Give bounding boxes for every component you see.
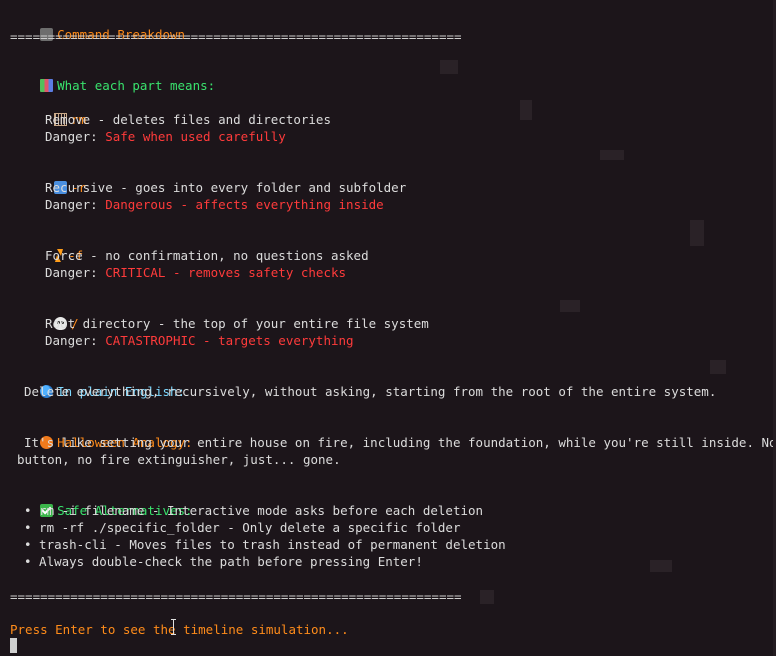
parts-heading: What each part means: bbox=[57, 78, 216, 93]
render-artifact bbox=[560, 300, 580, 312]
alternative-item: • rm -i filename - Interactive mode asks… bbox=[24, 503, 484, 518]
part-description: Root directory - the top of your entire … bbox=[45, 316, 429, 331]
enter-prompt: Press Enter to see the timeline simulati… bbox=[10, 622, 349, 637]
halloween-text-line1: It's like setting your entire house on f… bbox=[24, 435, 776, 450]
render-artifact bbox=[480, 590, 494, 604]
part-danger-line: Danger: CRITICAL - removes safety checks bbox=[45, 264, 346, 281]
render-artifact bbox=[650, 560, 672, 572]
part-f-flag-line: -f bbox=[24, 230, 83, 263]
mouse-ibeam-cursor bbox=[171, 619, 176, 635]
render-artifact bbox=[690, 220, 704, 246]
part-danger-line: Danger: Dangerous - affects everything i… bbox=[45, 196, 384, 213]
part-description: Recursive - goes into every folder and s… bbox=[45, 180, 407, 195]
plain-english-text: Delete everything, recursively, without … bbox=[24, 384, 717, 399]
part-root-flag-line: / bbox=[24, 298, 79, 331]
alternative-item: • trash-cli - Moves files to trash inste… bbox=[24, 537, 506, 552]
halloween-text-line2: button, no fire extinguisher, just... go… bbox=[17, 452, 341, 467]
halloween-heading-line: Halloween Analogy: bbox=[10, 417, 193, 450]
part-rm-flag-line: rm bbox=[24, 94, 86, 127]
danger-label: Danger: bbox=[45, 265, 106, 280]
text-cursor bbox=[10, 638, 17, 653]
footer-separator: ========================================… bbox=[10, 589, 462, 604]
alternative-item: • rm -rf ./specific_folder - Only delete… bbox=[24, 520, 461, 535]
render-artifact bbox=[440, 60, 458, 74]
part-description: Remove - deletes files and directories bbox=[45, 112, 331, 127]
render-artifact bbox=[710, 360, 726, 374]
books-icon bbox=[40, 79, 54, 92]
header-separator: ========================================… bbox=[10, 29, 462, 44]
danger-value: Safe when used carefully bbox=[105, 129, 286, 144]
alternative-item: • Always double-check the path before pr… bbox=[24, 554, 423, 569]
part-danger-line: Danger: CATASTROPHIC - targets everythin… bbox=[45, 332, 354, 349]
part-danger-line: Danger: Safe when used carefully bbox=[45, 128, 286, 145]
part-description: Force - no confirmation, no questions as… bbox=[45, 248, 369, 263]
danger-label: Danger: bbox=[45, 197, 106, 212]
terminal-window[interactable]: Command Breakdown ======================… bbox=[0, 0, 776, 656]
render-artifact bbox=[520, 100, 532, 120]
part-r-flag-line: -r bbox=[24, 162, 86, 195]
alternatives-heading-line: Safe Alternatives: bbox=[10, 485, 193, 518]
danger-value: CRITICAL - removes safety checks bbox=[105, 265, 347, 280]
danger-label: Danger: bbox=[45, 129, 106, 144]
header-title-line: Command Breakdown bbox=[10, 9, 185, 42]
parts-heading-line: What each part means: bbox=[10, 60, 215, 93]
danger-label: Danger: bbox=[45, 333, 106, 348]
plain-english-heading-line: In plain English: bbox=[10, 366, 185, 399]
render-artifact bbox=[600, 150, 624, 160]
danger-value: Dangerous - affects everything inside bbox=[105, 197, 384, 212]
danger-value: CATASTROPHIC - targets everything bbox=[105, 333, 354, 348]
